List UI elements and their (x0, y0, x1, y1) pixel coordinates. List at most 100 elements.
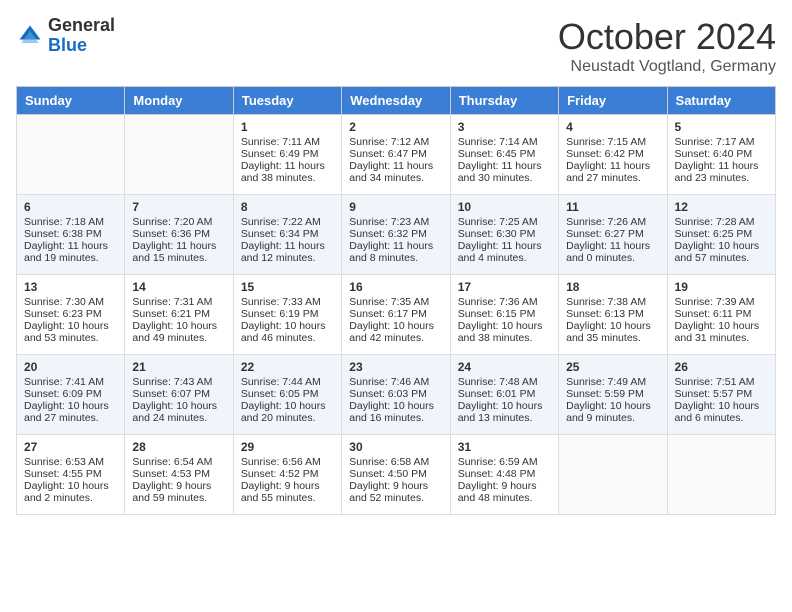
sunset-text: Sunset: 6:03 PM (349, 388, 442, 400)
sunrise-text: Sunrise: 7:33 AM (241, 296, 334, 308)
daylight-text: Daylight: 11 hours and 19 minutes. (24, 240, 117, 264)
day-number: 10 (458, 200, 551, 214)
day-number: 15 (241, 280, 334, 294)
day-number: 29 (241, 440, 334, 454)
calendar-cell: 9Sunrise: 7:23 AMSunset: 6:32 PMDaylight… (342, 195, 450, 275)
sunrise-text: Sunrise: 7:25 AM (458, 216, 551, 228)
sunset-text: Sunset: 6:21 PM (132, 308, 225, 320)
daylight-text: Daylight: 10 hours and 27 minutes. (24, 400, 117, 424)
logo: General Blue (16, 16, 115, 56)
calendar-week-row: 27Sunrise: 6:53 AMSunset: 4:55 PMDayligh… (17, 435, 776, 515)
sunset-text: Sunset: 4:53 PM (132, 468, 225, 480)
sunrise-text: Sunrise: 7:49 AM (566, 376, 659, 388)
calendar-cell: 29Sunrise: 6:56 AMSunset: 4:52 PMDayligh… (233, 435, 341, 515)
calendar-cell: 24Sunrise: 7:48 AMSunset: 6:01 PMDayligh… (450, 355, 558, 435)
sunrise-text: Sunrise: 7:30 AM (24, 296, 117, 308)
day-number: 13 (24, 280, 117, 294)
daylight-text: Daylight: 11 hours and 30 minutes. (458, 160, 551, 184)
sunrise-text: Sunrise: 7:15 AM (566, 136, 659, 148)
sunset-text: Sunset: 6:42 PM (566, 148, 659, 160)
daylight-text: Daylight: 11 hours and 27 minutes. (566, 160, 659, 184)
sunrise-text: Sunrise: 7:26 AM (566, 216, 659, 228)
sunset-text: Sunset: 6:15 PM (458, 308, 551, 320)
logo-general-text: General (48, 16, 115, 36)
sunset-text: Sunset: 6:01 PM (458, 388, 551, 400)
day-number: 1 (241, 120, 334, 134)
calendar-header-row: SundayMondayTuesdayWednesdayThursdayFrid… (17, 87, 776, 115)
column-header-friday: Friday (559, 87, 667, 115)
sunrise-text: Sunrise: 7:12 AM (349, 136, 442, 148)
daylight-text: Daylight: 10 hours and 49 minutes. (132, 320, 225, 344)
day-number: 16 (349, 280, 442, 294)
sunset-text: Sunset: 6:36 PM (132, 228, 225, 240)
sunset-text: Sunset: 4:50 PM (349, 468, 442, 480)
logo-blue-text: Blue (48, 36, 115, 56)
daylight-text: Daylight: 11 hours and 23 minutes. (675, 160, 768, 184)
sunset-text: Sunset: 6:49 PM (241, 148, 334, 160)
calendar-week-row: 13Sunrise: 7:30 AMSunset: 6:23 PMDayligh… (17, 275, 776, 355)
calendar-cell (559, 435, 667, 515)
logo-icon (16, 22, 44, 50)
day-number: 5 (675, 120, 768, 134)
calendar-cell: 27Sunrise: 6:53 AMSunset: 4:55 PMDayligh… (17, 435, 125, 515)
title-block: October 2024 Neustadt Vogtland, Germany (558, 16, 776, 76)
calendar-cell (125, 115, 233, 195)
daylight-text: Daylight: 11 hours and 0 minutes. (566, 240, 659, 264)
sunrise-text: Sunrise: 7:22 AM (241, 216, 334, 228)
sunrise-text: Sunrise: 7:46 AM (349, 376, 442, 388)
day-number: 25 (566, 360, 659, 374)
sunrise-text: Sunrise: 7:31 AM (132, 296, 225, 308)
sunset-text: Sunset: 6:17 PM (349, 308, 442, 320)
daylight-text: Daylight: 10 hours and 20 minutes. (241, 400, 334, 424)
sunrise-text: Sunrise: 7:18 AM (24, 216, 117, 228)
column-header-sunday: Sunday (17, 87, 125, 115)
daylight-text: Daylight: 10 hours and 6 minutes. (675, 400, 768, 424)
day-number: 3 (458, 120, 551, 134)
sunset-text: Sunset: 6:13 PM (566, 308, 659, 320)
day-number: 26 (675, 360, 768, 374)
sunrise-text: Sunrise: 6:58 AM (349, 456, 442, 468)
day-number: 18 (566, 280, 659, 294)
sunrise-text: Sunrise: 7:44 AM (241, 376, 334, 388)
sunrise-text: Sunrise: 7:23 AM (349, 216, 442, 228)
day-number: 22 (241, 360, 334, 374)
sunset-text: Sunset: 4:55 PM (24, 468, 117, 480)
sunrise-text: Sunrise: 7:28 AM (675, 216, 768, 228)
calendar-table: SundayMondayTuesdayWednesdayThursdayFrid… (16, 86, 776, 515)
daylight-text: Daylight: 10 hours and 16 minutes. (349, 400, 442, 424)
column-header-thursday: Thursday (450, 87, 558, 115)
calendar-cell: 7Sunrise: 7:20 AMSunset: 6:36 PMDaylight… (125, 195, 233, 275)
column-header-wednesday: Wednesday (342, 87, 450, 115)
daylight-text: Daylight: 11 hours and 4 minutes. (458, 240, 551, 264)
column-header-tuesday: Tuesday (233, 87, 341, 115)
column-header-monday: Monday (125, 87, 233, 115)
day-number: 17 (458, 280, 551, 294)
sunrise-text: Sunrise: 7:36 AM (458, 296, 551, 308)
daylight-text: Daylight: 9 hours and 48 minutes. (458, 480, 551, 504)
sunrise-text: Sunrise: 7:17 AM (675, 136, 768, 148)
sunset-text: Sunset: 6:09 PM (24, 388, 117, 400)
sunset-text: Sunset: 6:38 PM (24, 228, 117, 240)
day-number: 19 (675, 280, 768, 294)
daylight-text: Daylight: 9 hours and 52 minutes. (349, 480, 442, 504)
sunset-text: Sunset: 6:07 PM (132, 388, 225, 400)
sunset-text: Sunset: 6:19 PM (241, 308, 334, 320)
calendar-cell: 5Sunrise: 7:17 AMSunset: 6:40 PMDaylight… (667, 115, 775, 195)
logo-text: General Blue (48, 16, 115, 56)
day-number: 31 (458, 440, 551, 454)
calendar-cell (17, 115, 125, 195)
calendar-week-row: 6Sunrise: 7:18 AMSunset: 6:38 PMDaylight… (17, 195, 776, 275)
day-number: 20 (24, 360, 117, 374)
day-number: 21 (132, 360, 225, 374)
sunset-text: Sunset: 6:34 PM (241, 228, 334, 240)
sunrise-text: Sunrise: 7:41 AM (24, 376, 117, 388)
day-number: 9 (349, 200, 442, 214)
calendar-cell: 18Sunrise: 7:38 AMSunset: 6:13 PMDayligh… (559, 275, 667, 355)
sunset-text: Sunset: 6:45 PM (458, 148, 551, 160)
sunset-text: Sunset: 6:11 PM (675, 308, 768, 320)
calendar-cell: 3Sunrise: 7:14 AMSunset: 6:45 PMDaylight… (450, 115, 558, 195)
location-subtitle: Neustadt Vogtland, Germany (558, 58, 776, 76)
day-number: 30 (349, 440, 442, 454)
calendar-cell: 17Sunrise: 7:36 AMSunset: 6:15 PMDayligh… (450, 275, 558, 355)
daylight-text: Daylight: 10 hours and 35 minutes. (566, 320, 659, 344)
